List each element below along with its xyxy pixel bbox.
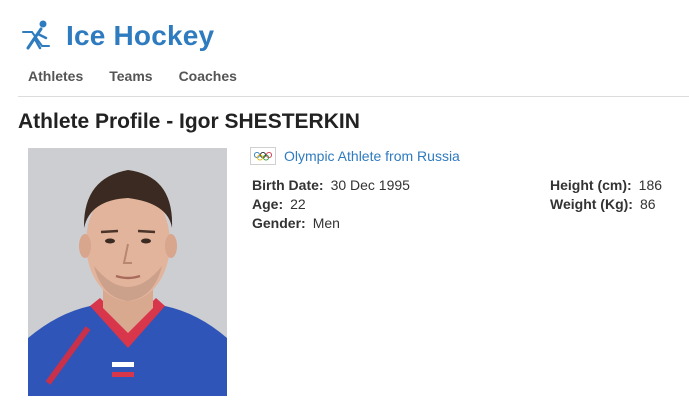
weight-row: Weight (Kg): 86 (550, 195, 662, 214)
age-row: Age: 22 (252, 195, 410, 214)
birth-date-label: Birth Date: (252, 177, 324, 193)
hockey-player-icon (22, 20, 50, 50)
birth-date-row: Birth Date: 30 Dec 1995 (252, 176, 410, 195)
height-label: Height (cm): (550, 177, 632, 193)
age-value: 22 (290, 196, 306, 212)
weight-label: Weight (Kg): (550, 196, 633, 212)
country-link[interactable]: Olympic Athlete from Russia (284, 148, 460, 164)
nav-teams[interactable]: Teams (109, 66, 152, 86)
country-row: Olympic Athlete from Russia (250, 147, 460, 165)
main-nav: Athletes Teams Coaches (28, 66, 263, 86)
birth-date-value: 30 Dec 1995 (330, 177, 410, 193)
profile-info-right: Height (cm): 186 Weight (Kg): 86 (550, 176, 662, 214)
nav-athletes[interactable]: Athletes (28, 66, 83, 86)
gender-row: Gender: Men (252, 214, 410, 233)
sport-header[interactable]: Ice Hockey (20, 14, 214, 58)
age-label: Age: (252, 196, 284, 212)
header-divider (18, 96, 689, 97)
height-value: 186 (638, 177, 663, 193)
olympic-rings-icon (250, 147, 276, 165)
gender-label: Gender: (252, 215, 306, 231)
nav-coaches[interactable]: Coaches (179, 66, 237, 86)
weight-value: 86 (639, 196, 656, 212)
page-title: Athlete Profile - Igor SHESTERKIN (18, 110, 360, 133)
height-row: Height (cm): 186 (550, 176, 662, 195)
profile-info-left: Birth Date: 30 Dec 1995 Age: 22 Gender: … (252, 176, 410, 233)
gender-value: Men (312, 215, 340, 231)
sport-title[interactable]: Ice Hockey (66, 20, 214, 52)
athlete-photo (28, 148, 227, 396)
